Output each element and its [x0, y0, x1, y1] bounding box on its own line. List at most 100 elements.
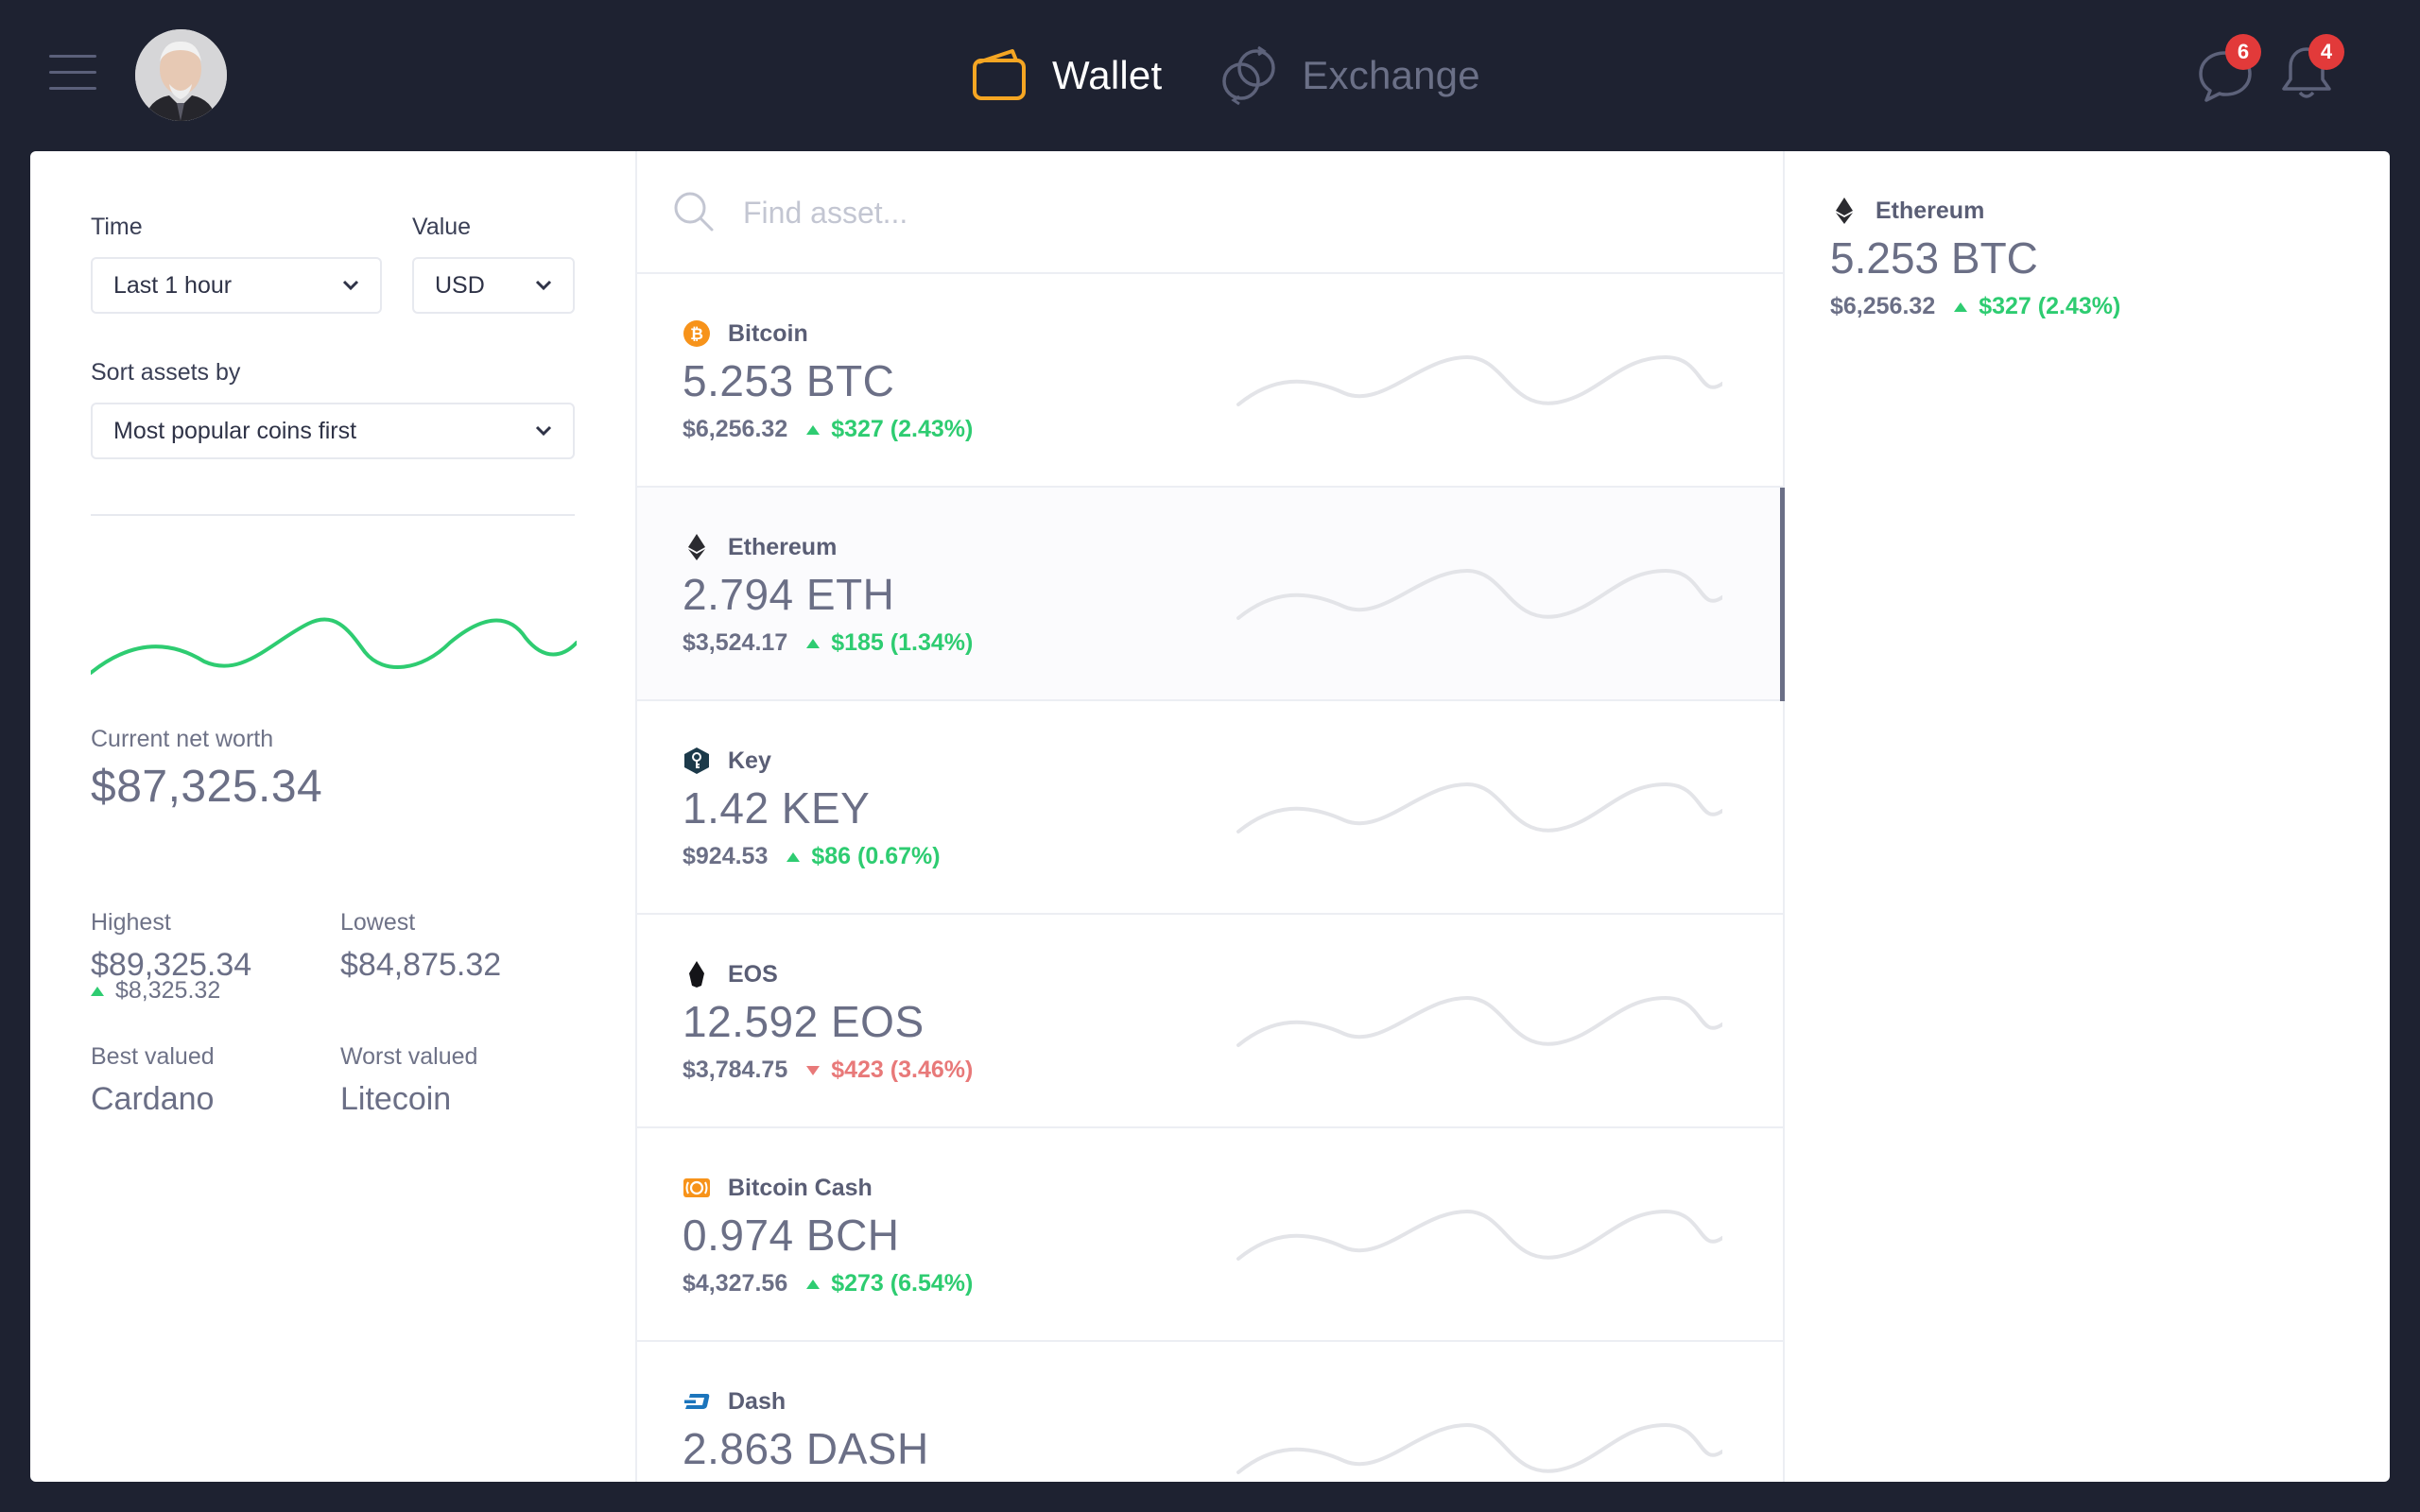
asset-row-key[interactable]: Key 1.42 KEY $924.53 $86 (0.67%): [637, 701, 1783, 915]
asset-row-dash[interactable]: Dash 2.863 DASH: [637, 1342, 1783, 1482]
worst-valued-value: Litecoin: [340, 1081, 452, 1117]
time-select[interactable]: Last 1 hour: [91, 257, 382, 314]
asset-name-label: Ethereum: [728, 533, 838, 560]
asset-value: $6,256.32 $327 (2.43%): [683, 416, 973, 443]
search-icon: [674, 192, 714, 232]
asset-name: Bitcoin Cash: [683, 1174, 873, 1202]
wallet-icon: [973, 49, 1026, 100]
filters-panel: Time Last 1 hour Value USD Sort assets b…: [30, 151, 637, 1482]
detail-value: $6,256.32 $327 (2.43%): [1830, 293, 2120, 320]
asset-sparkline: [1236, 354, 1722, 406]
lowest-label: Lowest: [340, 909, 416, 936]
value-select[interactable]: USD: [412, 257, 575, 314]
time-select-value: Last 1 hour: [113, 271, 233, 299]
asset-row-bitcoin[interactable]: ₿ Bitcoin 5.253 BTC $6,256.32 $327 (2.43…: [637, 274, 1783, 488]
worst-valued-label: Worst valued: [340, 1043, 478, 1070]
asset-change: $86 (0.67%): [811, 843, 941, 869]
svg-text:₿: ₿: [690, 325, 703, 343]
asset-name-label: Bitcoin: [728, 319, 808, 347]
arrow-up-icon: [1954, 301, 1968, 312]
asset-name: Key: [683, 747, 771, 775]
asset-sparkline: [1236, 1209, 1722, 1261]
search-bar: [637, 151, 1783, 274]
asset-name-label: Bitcoin Cash: [728, 1174, 873, 1201]
arrow-up-icon: [806, 1279, 821, 1289]
asset-row-eos[interactable]: EOS 12.592 EOS $3,784.75 $423 (3.46%): [637, 915, 1783, 1128]
asset-usd: $4,327.56: [683, 1270, 788, 1297]
avatar[interactable]: [135, 29, 227, 121]
asset-amount: 2.794 ETH: [683, 570, 895, 619]
asset-name: Dash: [683, 1387, 786, 1416]
best-valued-value: Cardano: [91, 1081, 215, 1117]
asset-usd: $924.53: [683, 843, 769, 869]
key-icon: [684, 747, 709, 774]
tab-wallet[interactable]: Wallet: [969, 45, 1162, 106]
arrow-up-icon: [91, 986, 104, 996]
highest-value: $89,325.34: [91, 947, 252, 983]
asset-usd: $3,784.75: [683, 1057, 788, 1083]
dash-icon: [684, 1394, 710, 1409]
asset-name: ₿ Bitcoin: [683, 319, 808, 348]
best-valued-label: Best valued: [91, 1043, 215, 1070]
asset-sparkline: [1236, 995, 1722, 1047]
asset-list-panel: ₿ Bitcoin 5.253 BTC $6,256.32 $327 (2.43…: [637, 151, 1785, 1482]
main-card: Time Last 1 hour Value USD Sort assets b…: [30, 151, 2390, 1482]
asset-value: $924.53 $86 (0.67%): [683, 843, 941, 870]
sort-label: Sort assets by: [91, 359, 241, 386]
asset-amount: 1.42 KEY: [683, 783, 871, 833]
asset-value: $4,327.56 $273 (6.54%): [683, 1270, 973, 1297]
asset-amount: 5.253 BTC: [683, 356, 895, 405]
tab-exchange-label: Exchange: [1302, 53, 1480, 97]
chevron-down-icon: [535, 425, 552, 437]
asset-name: Ethereum: [683, 533, 837, 561]
asset-row-ethereum[interactable]: Ethereum 2.794 ETH $3,524.17 $185 (1.34%…: [637, 488, 1785, 701]
ethereum-icon: [1836, 198, 1853, 224]
eos-icon: [689, 961, 704, 988]
asset-name-label: Key: [728, 747, 771, 774]
search-input[interactable]: [741, 185, 1596, 240]
notifications-badge: 4: [2308, 34, 2344, 70]
bitcoin-cash-icon: [683, 1178, 710, 1197]
arrow-up-icon: [806, 638, 821, 648]
arrow-up-icon: [806, 424, 821, 435]
menu-icon[interactable]: [49, 55, 96, 93]
net-worth-value: $87,325.34: [91, 762, 323, 812]
top-bar: Wallet Exchange 6 4: [0, 0, 2420, 151]
asset-change: $273 (6.54%): [831, 1270, 974, 1297]
main-nav: Wallet Exchange: [969, 42, 1537, 110]
asset-change: $327 (2.43%): [831, 416, 974, 442]
tab-wallet-label: Wallet: [1052, 53, 1163, 97]
net-worth-sparkline: [91, 617, 577, 675]
time-label: Time: [91, 214, 143, 240]
sort-select[interactable]: Most popular coins first: [91, 403, 575, 459]
lowest-value: $84,875.32: [340, 947, 502, 983]
asset-usd: $3,524.17: [683, 629, 788, 656]
asset-sparkline: [1236, 568, 1722, 620]
detail-asset-name-label: Ethereum: [1876, 197, 1985, 224]
asset-sparkline: [1236, 782, 1722, 833]
tab-exchange[interactable]: Exchange: [1219, 45, 1480, 106]
asset-detail-panel: Ethereum 5.253 BTC $6,256.32 $327 (2.43%…: [1785, 151, 2390, 1482]
chevron-down-icon: [535, 280, 552, 291]
chevron-down-icon: [342, 280, 359, 291]
net-worth-label: Current net worth: [91, 726, 274, 752]
value-label: Value: [412, 214, 472, 240]
value-select-value: USD: [435, 271, 485, 299]
asset-sparkline: [1236, 1422, 1722, 1474]
asset-name-label: Dash: [728, 1387, 786, 1415]
asset-row-bitcoin-cash[interactable]: Bitcoin Cash 0.974 BCH $4,327.56 $273 (6…: [637, 1128, 1783, 1342]
asset-amount: 2.863 DASH: [683, 1424, 929, 1473]
asset-amount: 0.974 BCH: [683, 1211, 900, 1260]
arrow-up-icon: [786, 851, 801, 862]
asset-change: $185 (1.34%): [831, 629, 974, 656]
messages-badge: 6: [2225, 34, 2261, 70]
asset-usd: $6,256.32: [683, 416, 788, 442]
detail-amount: 5.253 BTC: [1830, 233, 2038, 283]
asset-value: $3,524.17 $185 (1.34%): [683, 629, 973, 657]
bitcoin-icon: ₿: [683, 320, 710, 347]
exchange-icon: [1222, 45, 1276, 106]
detail-usd: $6,256.32: [1830, 293, 1936, 319]
ethereum-icon: [688, 534, 705, 560]
asset-value: $3,784.75 $423 (3.46%): [683, 1057, 973, 1084]
detail-asset-name: Ethereum: [1830, 197, 1984, 225]
